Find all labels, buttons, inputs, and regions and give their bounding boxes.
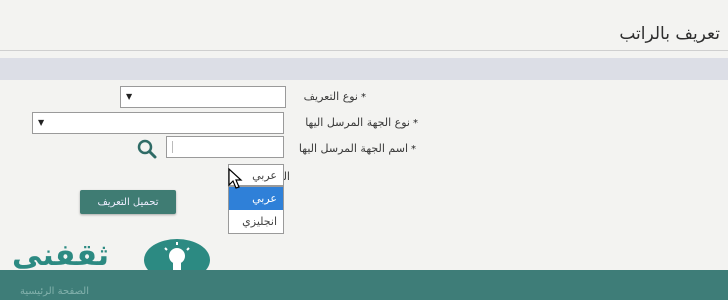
- logo-text: ثقفني: [12, 238, 110, 273]
- footer-bar: الصفحة الرئيسية: [0, 270, 728, 300]
- recipient-type-label: *نوع الجهة المرسل اليها: [305, 116, 418, 129]
- required-mark: *: [411, 144, 416, 155]
- mouse-cursor-icon: [228, 168, 243, 189]
- cert-type-label: *نوع التعريف: [304, 90, 366, 103]
- recipient-name-input[interactable]: [166, 136, 284, 158]
- text-caret: [172, 141, 173, 153]
- required-mark: *: [361, 92, 366, 103]
- section-band: [0, 58, 728, 80]
- footer-link[interactable]: الصفحة الرئيسية: [20, 286, 89, 297]
- recipient-type-label-text: نوع الجهة المرسل اليها: [305, 116, 410, 129]
- page-title: تعريف بالراتب: [619, 24, 720, 44]
- recipient-name-label: *اسم الجهة المرسل اليها: [299, 142, 416, 155]
- language-selected-value: عربي: [252, 169, 277, 182]
- language-options-list[interactable]: عربي انجليزي: [228, 186, 284, 234]
- language-option-arabic[interactable]: عربي: [229, 187, 283, 210]
- recipient-type-select[interactable]: ▼: [32, 112, 284, 134]
- required-mark: *: [413, 118, 418, 129]
- search-icon[interactable]: [136, 138, 158, 160]
- dropdown-arrow-icon: ▼: [38, 118, 45, 127]
- cert-type-label-text: نوع التعريف: [303, 90, 358, 103]
- title-divider: [0, 50, 728, 51]
- language-option-english[interactable]: انجليزي: [229, 210, 283, 233]
- cert-type-select[interactable]: ▼: [120, 86, 286, 108]
- dropdown-arrow-icon: ▼: [126, 92, 133, 101]
- download-certificate-button[interactable]: تحميل التعريف: [80, 190, 176, 214]
- recipient-name-label-text: اسم الجهة المرسل اليها: [298, 142, 408, 155]
